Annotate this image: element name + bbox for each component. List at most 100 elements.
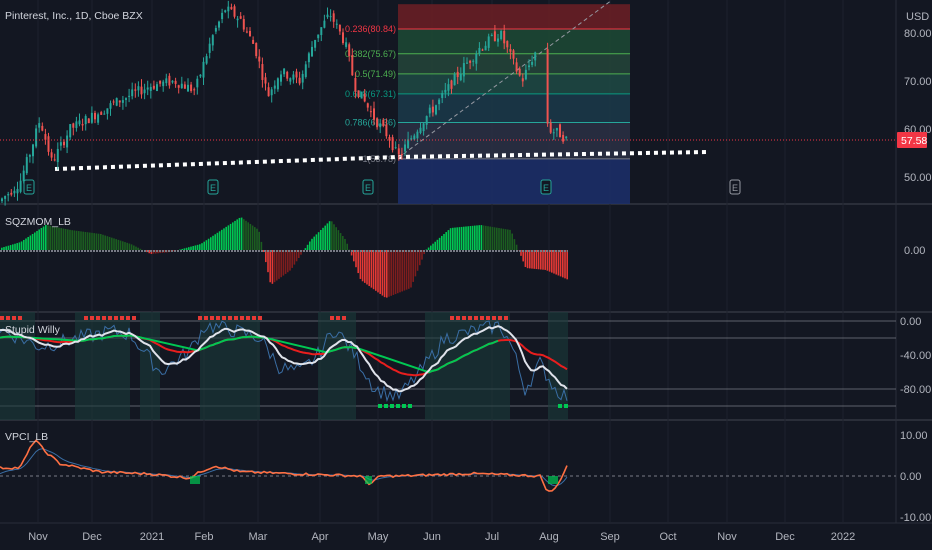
candle-body <box>230 7 233 10</box>
willy-overbought-dot <box>132 316 136 320</box>
candle-body <box>227 6 230 12</box>
candle-body <box>295 71 298 78</box>
candle-body <box>552 132 555 134</box>
candle-body <box>211 35 214 46</box>
sqz-bar <box>410 250 412 288</box>
sqz-bar <box>113 238 115 250</box>
willy-overbought-dot <box>228 316 232 320</box>
sqz-bar <box>25 238 27 250</box>
sqz-bar <box>331 221 333 250</box>
candle-body <box>69 124 72 138</box>
candle-body <box>28 155 31 157</box>
candle-body <box>190 84 193 92</box>
candle-body <box>59 142 62 146</box>
candle-body <box>413 135 416 140</box>
candle-body <box>534 52 537 61</box>
candle-body <box>518 68 521 76</box>
willy-tick: 0.00 <box>900 316 921 328</box>
sqz-bar <box>117 239 120 250</box>
willy-overbought-dot <box>114 316 118 320</box>
sqz-bar <box>89 232 91 250</box>
candle-body <box>329 16 332 18</box>
candle-body <box>97 114 100 123</box>
sqz-bar <box>359 250 362 279</box>
candle-body <box>317 34 320 39</box>
willy-oversold-dot <box>558 404 562 408</box>
sqz-bar <box>49 225 51 250</box>
sqz-bar <box>214 234 216 250</box>
chart-canvas[interactable]: 0.236(80.84)0.382(75.67)0.5(71.49)0.618(… <box>0 0 932 550</box>
willy-zone <box>548 312 568 420</box>
sqz-bar <box>234 220 236 250</box>
fib-zone <box>398 122 630 159</box>
sqz-bar <box>207 238 210 250</box>
candle-body <box>438 99 441 105</box>
willy-overbought-dot <box>474 316 478 320</box>
sqz-bar <box>190 246 192 250</box>
sqz-bar <box>60 228 62 250</box>
sqz-bar <box>38 229 40 250</box>
sqz-bar <box>139 248 142 250</box>
sqz-bar <box>383 250 386 298</box>
sqz-bar <box>97 233 100 250</box>
sqz-bar <box>280 250 282 278</box>
sqz-bar <box>278 250 280 279</box>
willy-overbought-dot <box>342 316 346 320</box>
candle-body <box>428 107 431 114</box>
vpci-highlight <box>365 476 372 484</box>
candle-body <box>10 192 13 195</box>
sqz-bar <box>304 248 307 250</box>
sqz-bar <box>562 250 564 278</box>
sqz-bar <box>282 250 285 276</box>
sqz-bar <box>361 250 364 282</box>
candle-body <box>369 111 372 113</box>
candle-body <box>7 194 10 196</box>
candle-body <box>1 198 3 202</box>
candle-body <box>84 116 87 125</box>
fib-zone <box>398 73 630 94</box>
candle-body <box>162 81 165 87</box>
sqz-bar <box>394 250 397 295</box>
sqz-bar <box>478 225 480 250</box>
candle-body <box>345 42 348 47</box>
willy-overbought-dot <box>210 316 214 320</box>
willy-overbought-dot <box>126 316 130 320</box>
candle-body <box>298 77 301 84</box>
sqz-bar <box>496 227 498 250</box>
candle-body <box>431 106 434 113</box>
candle-body <box>559 124 561 138</box>
candle-body <box>357 90 360 97</box>
sqz-bar <box>388 250 390 297</box>
candle-body <box>506 41 509 48</box>
candle-body <box>233 6 236 17</box>
last-price-tag: 57.58 <box>897 132 927 148</box>
sqz-bar <box>181 248 183 250</box>
sqz-bar <box>379 250 381 294</box>
vpci-highlight <box>190 476 200 484</box>
sqz-bar <box>183 248 186 250</box>
candle-body <box>466 62 468 64</box>
candle-body <box>121 100 124 103</box>
sqz-bar <box>529 250 531 269</box>
time-tick: Jul <box>485 531 499 543</box>
candle-body <box>224 10 227 13</box>
willy-overbought-dot <box>252 316 256 320</box>
earnings-letter: E <box>543 183 549 193</box>
sqz-bar <box>476 225 478 250</box>
sqz-bar <box>251 225 254 250</box>
fib-label: 0.618(67.31) <box>345 89 396 99</box>
sqz-bar <box>36 230 38 250</box>
candle-body <box>180 83 183 89</box>
sqz-bar <box>104 235 106 250</box>
willy-zone <box>75 312 130 420</box>
willy-overbought-dot <box>96 316 100 320</box>
candle-body <box>289 78 292 82</box>
sqz-bar <box>489 226 491 250</box>
sqz-bar <box>84 231 87 250</box>
sqz-bar <box>124 242 126 250</box>
sqz-bar <box>203 241 205 250</box>
sqz-bar <box>372 250 375 290</box>
sqz-bar <box>128 243 131 250</box>
willy-overbought-dot <box>204 316 208 320</box>
candle-body <box>404 144 406 152</box>
